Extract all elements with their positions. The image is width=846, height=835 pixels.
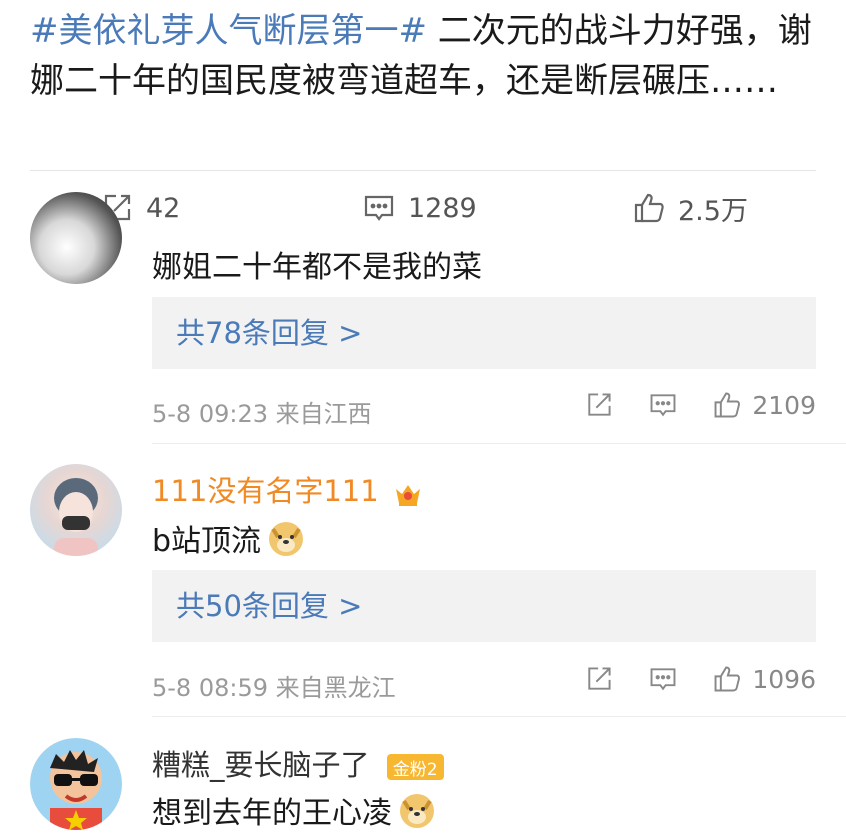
comment-text-value: b站顶流 [152,524,262,559]
comment-actions: 2109 [584,390,816,420]
fan-badge: 金粉2 [386,754,444,780]
avatar-illustration [54,478,98,556]
username-text: 111没有名字111 [152,474,379,508]
comment-time: 5-8 08:59 [152,674,268,702]
comment-location: 来自江西 [275,400,372,428]
comment-meta: 5-8 09:23 来自江西 [152,394,372,429]
thumbs-up-icon [714,666,741,692]
crown-icon [395,485,420,506]
avatar[interactable] [30,738,122,830]
comment-like-count: 2109 [752,390,816,420]
thumbs-up-icon [714,392,741,418]
like-button[interactable]: 2.5万 [632,188,748,228]
comment-text: 娜姐二十年都不是我的菜 [152,250,482,285]
comment-location: 来自黑龙江 [275,674,396,702]
comment-like-button[interactable]: 1096 [712,664,816,694]
comment-icon [364,195,394,221]
avatar[interactable] [30,192,122,284]
divider [152,443,846,444]
comment-username[interactable]: 111没有名字111 [152,468,424,510]
comment-username[interactable]: 糟糕_要长脑子了 金粉2 [152,742,444,784]
divider [30,170,816,171]
comment-like-count: 1096 [752,664,816,694]
doge-emoji-icon [400,794,434,828]
badge-text: 金粉2 [392,759,438,780]
comment-text-value: 想到去年的王心凌 [152,796,392,831]
comment-text: 想到去年的王心凌 [152,788,436,832]
comment-icon[interactable] [648,664,678,694]
comment-icon[interactable] [648,390,678,420]
comment-count: 1289 [408,192,477,224]
hashtag-link[interactable]: #美依礼芽人气断层第一# [30,11,427,51]
comment-meta: 5-8 08:59 来自黑龙江 [152,668,396,703]
comment-time: 5-8 09:23 [152,400,268,428]
comment-button[interactable]: 1289 [362,188,477,228]
post-text: #美依礼芽人气断层第一# 二次元的战斗力好强，谢娜二十年的国民度被弯道超车，还是… [30,6,830,106]
repost-count: 42 [146,192,181,224]
divider [152,716,846,717]
thumbs-up-icon [634,193,664,223]
view-replies-button[interactable]: 共78条回复 > [152,297,816,369]
avatar-illustration [30,738,122,830]
comment-actions: 1096 [584,664,816,694]
doge-emoji-icon [269,522,304,556]
repost-icon[interactable] [584,664,614,694]
repost-icon[interactable] [584,390,614,420]
comment-like-button[interactable]: 2109 [712,390,816,420]
comment-text: b站顶流 [152,516,305,560]
like-count: 2.5万 [678,195,748,227]
username-text: 糟糕_要长脑子了 [152,748,370,782]
view-replies-button[interactable]: 共50条回复 > [152,570,816,642]
avatar[interactable] [30,464,122,556]
